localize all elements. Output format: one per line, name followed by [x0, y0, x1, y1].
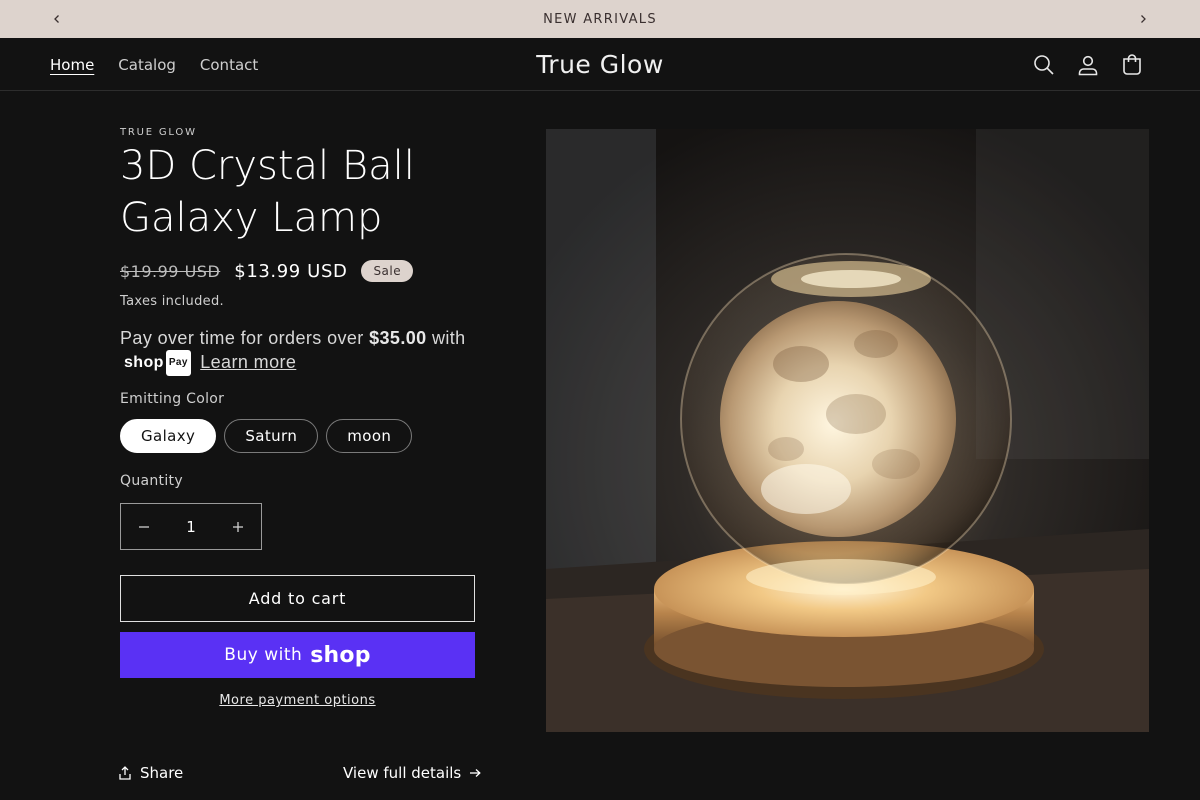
installments-prefix: Pay over time for orders over — [120, 328, 364, 348]
chevron-right-icon — [1141, 15, 1146, 23]
search-icon[interactable] — [1032, 53, 1056, 77]
product-image[interactable] — [546, 129, 1149, 732]
add-to-cart-button[interactable]: Add to cart — [120, 575, 475, 622]
quantity-stepper — [120, 503, 262, 550]
quantity-label: Quantity — [120, 473, 183, 489]
installments-with: with — [431, 328, 466, 348]
nav-home-link[interactable]: Home — [50, 56, 94, 74]
announcement-text: NEW ARRIVALS — [543, 11, 657, 27]
variant-picker: Galaxy Saturn moon — [120, 419, 413, 453]
product-vendor: TRUE GLOW — [120, 127, 197, 138]
product-title: 3D Crystal Ball Galaxy Lamp — [120, 143, 415, 241]
announcement-next-button[interactable] — [1128, 0, 1158, 38]
announcement-bar: NEW ARRIVALS — [0, 0, 1200, 38]
site-header: Home Catalog Contact True Glow — [0, 38, 1200, 91]
buy-with-label: Buy with — [224, 645, 303, 665]
shop-pay-pay: Pay — [165, 350, 191, 377]
plus-icon — [233, 521, 243, 532]
installments-amount: $35.00 — [369, 328, 427, 348]
view-full-details-label: View full details — [343, 764, 462, 782]
quantity-increase-button[interactable] — [215, 504, 261, 549]
header-icons — [1032, 38, 1144, 91]
shop-brand-logo: shop — [310, 642, 371, 668]
variant-galaxy[interactable]: Galaxy — [120, 419, 217, 453]
learn-more-link[interactable]: Learn more — [200, 352, 296, 372]
view-full-details-link[interactable]: View full details — [343, 764, 481, 782]
sale-price: $13.99 USD — [234, 260, 348, 282]
arrow-right-icon — [470, 769, 481, 777]
taxes-note: Taxes included. — [120, 294, 224, 309]
shop-pay-logo: shop Pay — [124, 350, 191, 377]
crystal-ball-lamp-image — [546, 129, 1149, 732]
site-logo[interactable]: True Glow — [536, 50, 664, 79]
installments-message: Pay over time for orders over $35.00 wit… — [120, 326, 480, 377]
buy-with-shop-button[interactable]: Buy with shop — [120, 632, 475, 678]
emitting-color-label: Emitting Color — [120, 391, 225, 407]
announcement-prev-button[interactable] — [42, 0, 72, 38]
regular-price: $19.99 USD — [120, 261, 221, 281]
minus-icon — [139, 525, 149, 528]
nav-catalog-link[interactable]: Catalog — [118, 56, 176, 74]
variant-moon[interactable]: moon — [326, 419, 413, 453]
share-button[interactable]: Share — [118, 764, 183, 782]
chevron-left-icon — [54, 15, 59, 23]
more-payment-options-link[interactable]: More payment options — [120, 693, 475, 708]
quantity-decrease-button[interactable] — [121, 504, 167, 549]
account-icon[interactable] — [1076, 53, 1100, 77]
price-row: $19.99 USD $13.99 USD Sale — [120, 258, 414, 284]
quantity-input[interactable] — [167, 516, 215, 537]
share-icon — [119, 766, 131, 780]
main-nav: Home Catalog Contact — [50, 38, 258, 91]
cart-icon[interactable] — [1120, 53, 1144, 77]
nav-contact-link[interactable]: Contact — [200, 56, 258, 74]
share-label: Share — [140, 764, 184, 782]
variant-saturn[interactable]: Saturn — [224, 419, 319, 453]
shop-pay-brand: shop — [124, 354, 164, 372]
sale-badge: Sale — [361, 260, 414, 282]
